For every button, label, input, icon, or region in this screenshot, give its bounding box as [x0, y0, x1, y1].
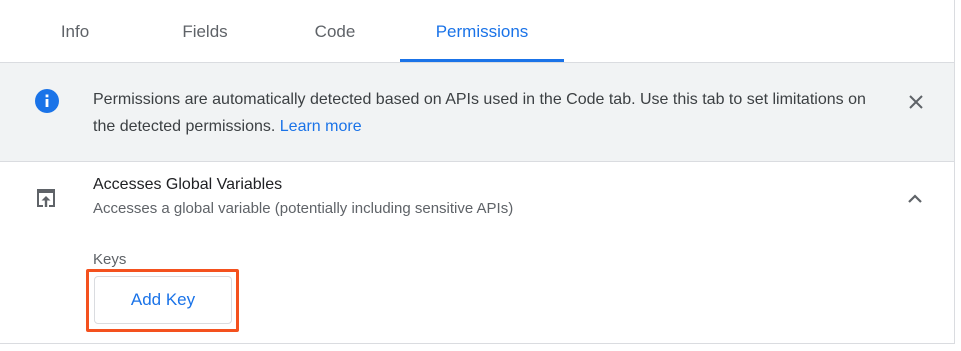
tab-bar: Info Fields Code Permissions	[0, 0, 954, 63]
tab-permissions[interactable]: Permissions	[400, 0, 564, 62]
permission-subtitle: Accesses a global variable (potentially …	[93, 200, 514, 217]
info-banner: Permissions are automatically detected b…	[0, 63, 954, 162]
open-in-new-window-icon	[37, 189, 55, 207]
active-tab-indicator	[400, 59, 564, 62]
banner-message: Permissions are automatically detected b…	[93, 86, 883, 140]
learn-more-link[interactable]: Learn more	[280, 118, 362, 135]
info-icon	[35, 89, 59, 113]
permission-title: Accesses Global Variables	[93, 176, 283, 193]
tab-code[interactable]: Code	[296, 0, 374, 62]
tab-fields[interactable]: Fields	[165, 0, 245, 62]
template-editor-panel: Info Fields Code Permissions Permissions…	[0, 0, 955, 344]
banner-text: Permissions are automatically detected b…	[93, 91, 866, 135]
add-key-button[interactable]: Add Key	[94, 276, 232, 324]
keys-label: Keys	[93, 251, 127, 268]
close-icon[interactable]	[905, 91, 927, 113]
tab-info[interactable]: Info	[38, 0, 112, 62]
chevron-up-icon[interactable]	[903, 187, 927, 211]
